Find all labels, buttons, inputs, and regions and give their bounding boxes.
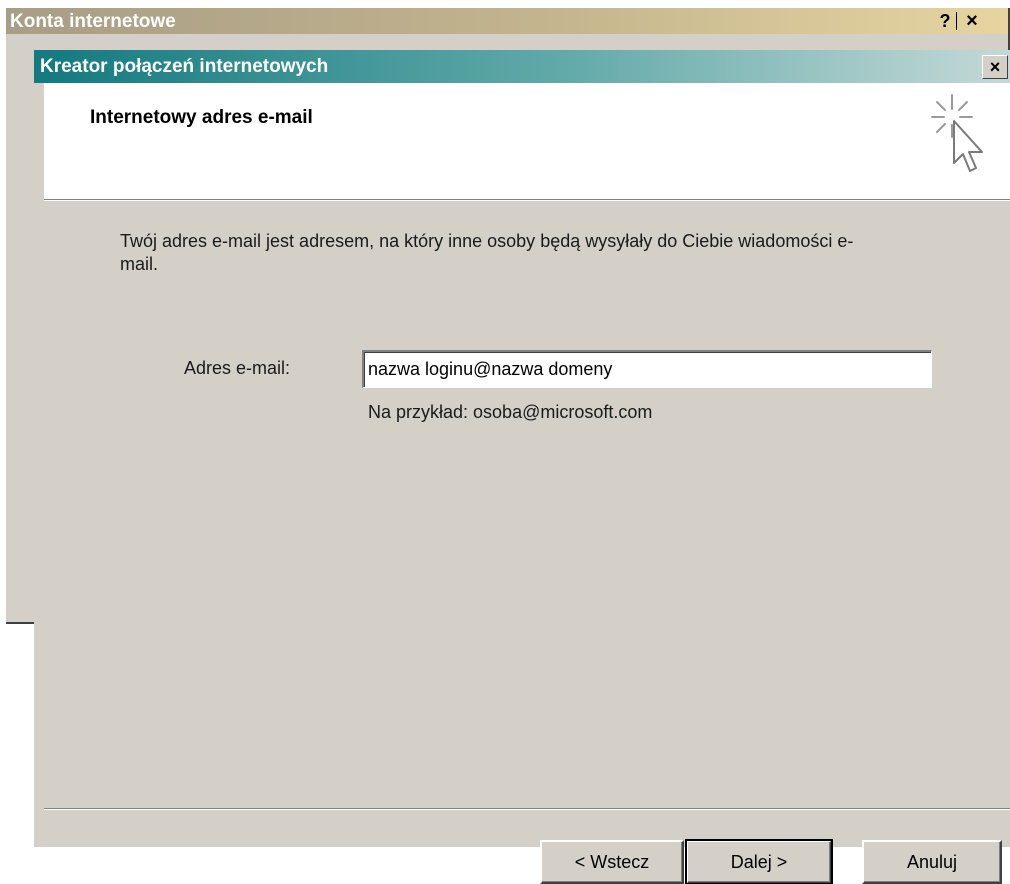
footer-divider-highlight [44, 809, 1010, 810]
wizard-title: Kreator połączeń internetowych [40, 56, 329, 77]
internet-connection-wizard-dialog: Kreator połączeń internetowych × Interne… [34, 50, 1010, 884]
titlebar-separator [956, 12, 957, 30]
intro-description: Twój adres e-mail jest adresem, na który… [120, 231, 854, 274]
help-button[interactable]: ? [934, 10, 956, 32]
page-heading: Internetowy adres e-mail [90, 107, 313, 128]
wizard-header-panel: Internetowy adres e-mail [44, 83, 1010, 201]
wizard-close-button[interactable]: × [982, 55, 1008, 79]
background-window-titlebar[interactable]: Konta internetowe ? × [6, 8, 1008, 34]
email-example-hint: Na przykład: osoba@microsoft.com [368, 402, 653, 422]
wizard-titlebar[interactable]: Kreator połączeń internetowych × [34, 50, 1010, 83]
wizard-sparkle-cursor-icon [931, 94, 983, 172]
wizard-body: Twój adres e-mail jest adresem, na który… [44, 202, 1010, 884]
background-window-title: Konta internetowe [10, 11, 176, 32]
email-label: Adres e-mail: [184, 358, 291, 378]
background-close-button[interactable]: × [960, 10, 984, 32]
email-field[interactable] [362, 350, 932, 388]
